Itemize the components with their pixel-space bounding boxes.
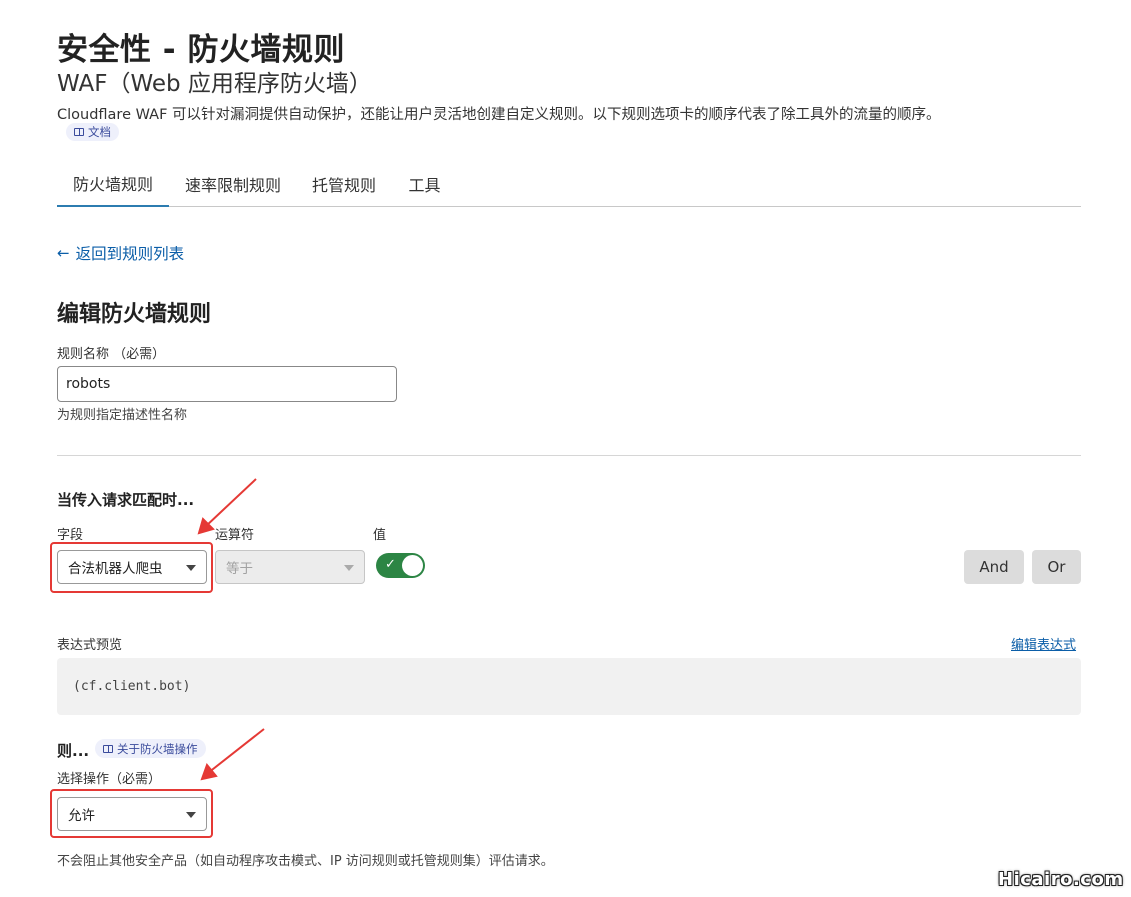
page-subtitle: WAF（Web 应用程序防火墙） (57, 71, 372, 97)
tab-firewall-rules[interactable]: 防火墙规则 (57, 160, 169, 207)
tab-tools[interactable]: 工具 (397, 160, 452, 207)
action-label: 选择操作（必需） (57, 772, 162, 787)
rule-name-label: 规则名称 （必需） (57, 347, 166, 362)
then-heading: 则... (57, 742, 90, 760)
annotation-arrows (197, 478, 265, 781)
watermark: Hicairo.com (998, 869, 1124, 890)
back-to-rules-link[interactable]: ← 返回到规则列表 (57, 242, 184, 264)
tab-bar: 防火墙规则 速率限制规则 托管规则 工具 (57, 160, 1081, 207)
tab-rate-limiting-rules[interactable]: 速率限制规则 (171, 160, 295, 207)
page-description: Cloudflare WAF 可以针对漏洞提供自动保护，还能让用户灵活地创建自定… (57, 107, 941, 123)
annotation-arrow-action (207, 728, 265, 774)
docs-badge[interactable]: 文档 (66, 123, 119, 141)
arrow-left-icon: ← (57, 244, 70, 262)
tab-managed-rules[interactable]: 托管规则 (302, 160, 386, 207)
expression-preview-box: (cf.client.bot) (57, 658, 1081, 715)
or-button[interactable]: Or (1032, 550, 1081, 584)
when-heading: 当传入请求匹配时... (57, 491, 195, 509)
expression-preview-label: 表达式预览 (57, 638, 123, 653)
expression-text: (cf.client.bot) (73, 679, 191, 694)
field-label: 字段 (57, 528, 84, 543)
docs-badge-label: 文档 (88, 125, 111, 139)
book-icon (74, 128, 84, 136)
page-title: 安全性 - 防火墙规则 (57, 32, 345, 68)
form-title: 编辑防火墙规则 (57, 302, 212, 327)
rule-name-input[interactable] (57, 366, 397, 402)
and-button[interactable]: And (964, 550, 1024, 584)
firewall-actions-badge[interactable]: 关于防火墙操作 (95, 739, 206, 758)
check-icon: ✓ (385, 557, 396, 572)
toggle-knob (402, 555, 423, 576)
action-note: 不会阻止其他安全产品（如自动程序攻击模式、IP 访问规则或托管规则集）评估请求。 (57, 854, 554, 869)
book-icon (103, 744, 113, 753)
operator-label: 运算符 (215, 528, 255, 543)
section-divider (57, 455, 1081, 456)
operator-select: 等于 (215, 550, 365, 584)
rule-name-helper: 为规则指定描述性名称 (57, 408, 188, 423)
annotation-arrowhead-action (200, 762, 218, 781)
annotation-arrow-field (204, 478, 257, 528)
annotation-box-field (50, 542, 213, 593)
annotation-box-action (50, 789, 213, 838)
firewall-actions-badge-label: 关于防火墙操作 (117, 741, 198, 756)
value-label: 值 (373, 528, 387, 543)
back-link-label: 返回到规则列表 (75, 245, 185, 263)
caret-down-icon (344, 565, 354, 571)
operator-select-value: 等于 (226, 561, 253, 577)
edit-expression-link[interactable]: 编辑表达式 (1011, 634, 1076, 653)
value-toggle[interactable]: ✓ (376, 553, 425, 578)
annotation-arrowhead-field (197, 517, 215, 535)
